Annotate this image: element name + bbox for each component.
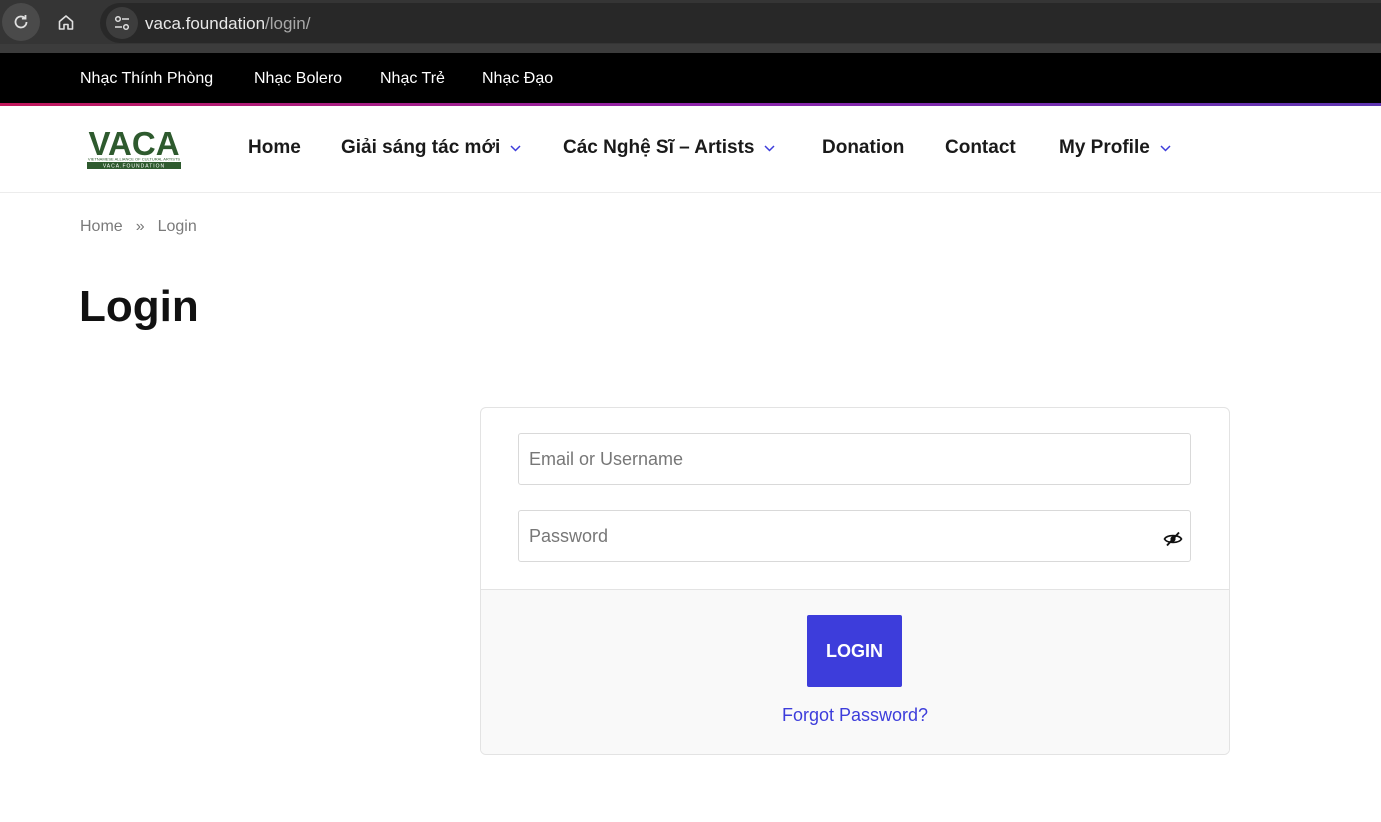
category-link-nhac-tre[interactable]: Nhạc Trẻ (380, 70, 445, 88)
forgot-password-link[interactable]: Forgot Password? (481, 705, 1229, 726)
browser-toolbar-strip (0, 44, 1381, 53)
address-bar[interactable]: vaca.foundation/login/ (100, 3, 1381, 43)
nav-artists-label: Các Nghệ Sĩ – Artists (563, 137, 755, 158)
url-path: /login/ (265, 14, 311, 33)
tune-icon (114, 15, 130, 31)
password-input[interactable] (518, 510, 1191, 562)
login-button[interactable]: LOGIN (807, 615, 902, 687)
url-text: vaca.foundation/login/ (145, 14, 310, 34)
page-title: Login (79, 282, 199, 331)
email-username-input[interactable] (518, 433, 1191, 485)
nav-home[interactable]: Home (248, 137, 301, 159)
nav-home-label: Home (248, 137, 301, 158)
logo-subtext: VACA.FOUNDATION (103, 164, 165, 170)
reload-icon (14, 15, 28, 29)
category-bar: Nhạc Thính Phòng Nhạc Bolero Nhạc Trẻ Nh… (0, 53, 1381, 103)
nav-giai-sang-tac-moi-label: Giải sáng tác mới (341, 137, 501, 158)
eye-slash-icon[interactable] (1163, 531, 1183, 547)
url-domain: vaca.foundation (145, 14, 266, 33)
chevron-down-icon (764, 144, 775, 152)
home-icon (58, 15, 74, 30)
logo-tagline: VIETNAMESE ALLIANCE OF CULTURAL ARTISTS (88, 157, 181, 162)
nav-my-profile[interactable]: My Profile (1059, 137, 1171, 159)
breadcrumb-current: Login (157, 218, 197, 235)
login-form-card: LOGIN Forgot Password? (480, 407, 1230, 755)
category-link-nhac-thinh-phong[interactable]: Nhạc Thính Phòng (80, 70, 213, 88)
nav-contact-label: Contact (945, 137, 1016, 158)
nav-donation-label: Donation (822, 137, 905, 158)
breadcrumb-separator: » (135, 218, 145, 235)
nav-my-profile-label: My Profile (1059, 137, 1150, 158)
nav-giai-sang-tac-moi[interactable]: Giải sáng tác mới (341, 137, 521, 159)
browser-toolbar: vaca.foundation/login/ (0, 0, 1381, 53)
chevron-down-icon (1160, 144, 1171, 152)
breadcrumb: Home » Login (80, 218, 197, 236)
category-link-nhac-bolero[interactable]: Nhạc Bolero (254, 70, 342, 88)
nav-contact[interactable]: Contact (945, 137, 1016, 159)
site-info-button[interactable] (106, 7, 138, 39)
nav-artists[interactable]: Các Nghệ Sĩ – Artists (563, 137, 775, 159)
chevron-down-icon (510, 144, 521, 152)
home-button[interactable] (47, 3, 85, 41)
site-logo[interactable]: VACA VIETNAMESE ALLIANCE OF CULTURAL ART… (86, 125, 182, 172)
nav-donation[interactable]: Donation (822, 137, 904, 159)
site-header: VACA VIETNAMESE ALLIANCE OF CULTURAL ART… (0, 106, 1381, 193)
reload-button[interactable] (2, 3, 40, 41)
breadcrumb-home-link[interactable]: Home (80, 218, 123, 235)
login-form-footer: LOGIN Forgot Password? (481, 589, 1229, 754)
category-link-nhac-dao[interactable]: Nhạc Đạo (482, 70, 553, 88)
